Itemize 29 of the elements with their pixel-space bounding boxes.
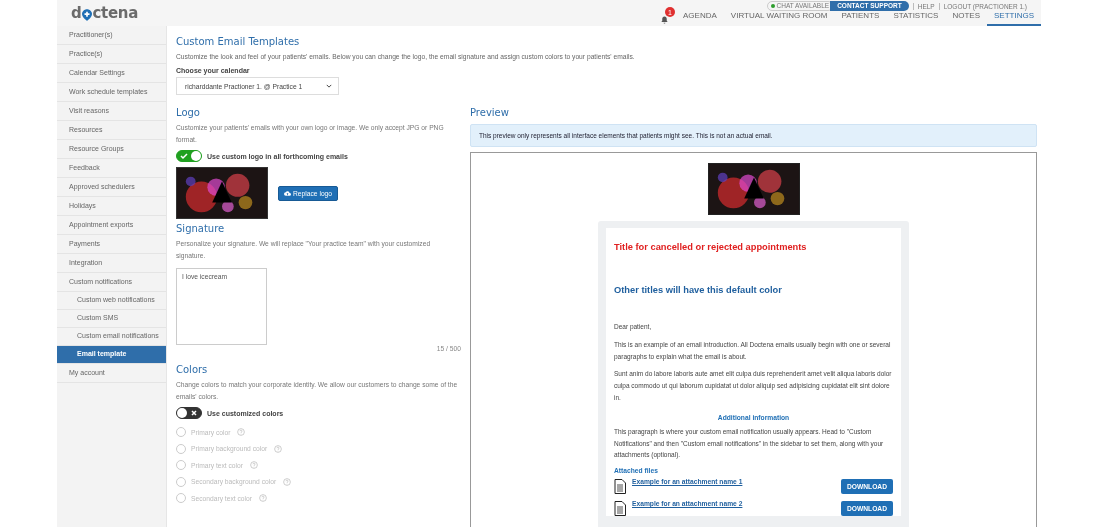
check-icon: [180, 152, 188, 160]
map-pin-icon: [82, 8, 93, 21]
nav-tab[interactable]: STATISTICS: [886, 11, 946, 26]
section-title: Logo: [176, 107, 201, 118]
section-title: Signature: [176, 223, 226, 234]
logo-text: ctena: [92, 5, 138, 21]
email-title: Title for cancelled or rejected appointments: [614, 242, 808, 252]
toggle-switch[interactable]: [176, 407, 202, 419]
section-title: Preview: [470, 107, 510, 118]
document-icon: [614, 478, 626, 494]
page-title: Custom Email Templates: [176, 36, 301, 47]
help-icon[interactable]: [274, 444, 283, 453]
nav-tab[interactable]: PATIENTS: [834, 11, 887, 26]
bell-icon[interactable]: [661, 16, 669, 24]
help-icon[interactable]: [283, 477, 292, 486]
help-icon[interactable]: [250, 461, 259, 470]
close-icon: [190, 409, 198, 417]
nav-tab[interactable]: SETTINGS: [987, 11, 1041, 26]
nav-tab[interactable]: AGENDA: [676, 11, 724, 26]
chevron-down-icon: [326, 84, 332, 88]
help-icon[interactable]: [237, 428, 246, 437]
toggle-switch[interactable]: [176, 150, 202, 162]
email-title: Other titles will have this default color: [614, 285, 783, 295]
logo-text: d: [71, 5, 82, 21]
section-title: Colors: [176, 364, 209, 375]
help-icon[interactable]: [258, 494, 267, 503]
nav-tab[interactable]: VIRTUAL WAITING ROOM: [723, 11, 835, 26]
cloud-upload-icon: [284, 190, 291, 196]
nav-tab[interactable]: NOTES: [945, 11, 987, 26]
